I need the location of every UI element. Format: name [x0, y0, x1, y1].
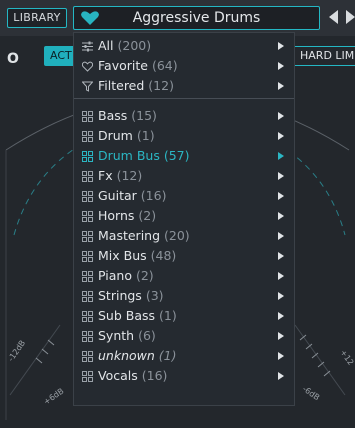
menu-item-label: Mix Bus (48): [98, 248, 177, 263]
sliders-icon: [82, 41, 93, 52]
folder-grid-icon: [82, 111, 93, 122]
submenu-arrow-icon: [278, 292, 284, 300]
folder-grid-icon: [82, 371, 93, 382]
menu-item-piano[interactable]: Piano (2): [74, 266, 294, 286]
folder-grid-icon: [82, 211, 93, 222]
submenu-arrow-icon: [278, 352, 284, 360]
menu-item-label: Drum (1): [98, 128, 155, 143]
menu-item-label: Sub Bass (1): [98, 308, 177, 323]
folder-grid-icon: [82, 291, 93, 302]
submenu-arrow-icon: [278, 372, 284, 380]
menu-item-guitar[interactable]: Guitar (16): [74, 186, 294, 206]
menu-item-label: Strings (3): [98, 288, 164, 303]
menu-item-all[interactable]: All (200): [74, 36, 294, 56]
next-preset-icon[interactable]: [346, 10, 355, 24]
prev-preset-icon[interactable]: [329, 10, 338, 24]
plugin-panel: -12dB +6dB +12 -6dB LIBRARY Aggressive D…: [0, 0, 355, 428]
menu-item-label: Horns (2): [98, 208, 157, 223]
menu-item-mastering[interactable]: Mastering (20): [74, 226, 294, 246]
menu-item-favorite[interactable]: Favorite (64): [74, 56, 294, 76]
menu-item-drum-bus[interactable]: Drum Bus (57): [74, 146, 294, 166]
preset-selector[interactable]: Aggressive Drums: [73, 6, 320, 30]
folder-grid-icon: [82, 351, 93, 362]
submenu-arrow-icon: [278, 42, 284, 50]
heart-outline-icon: [82, 61, 93, 72]
submenu-arrow-icon: [278, 332, 284, 340]
submenu-arrow-icon: [278, 112, 284, 120]
folder-grid-icon: [82, 151, 93, 162]
menu-item-sub-bass[interactable]: Sub Bass (1): [74, 306, 294, 326]
menu-item-label: Bass (15): [98, 108, 157, 123]
hard-limit-button[interactable]: HARD LIM: [293, 46, 355, 66]
submenu-arrow-icon: [278, 272, 284, 280]
submenu-arrow-icon: [278, 252, 284, 260]
preset-name: Aggressive Drums: [132, 10, 261, 26]
menu-item-filtered[interactable]: Filtered (12): [74, 76, 294, 96]
menu-item-drum[interactable]: Drum (1): [74, 126, 294, 146]
menu-item-mix-bus[interactable]: Mix Bus (48): [74, 246, 294, 266]
menu-item-label: Piano (2): [98, 268, 154, 283]
submenu-arrow-icon: [278, 132, 284, 140]
folder-grid-icon: [82, 331, 93, 342]
top-bar: LIBRARY Aggressive Drums: [0, 0, 355, 36]
menu-item-label: Drum Bus (57): [98, 148, 190, 163]
menu-item-horns[interactable]: Horns (2): [74, 206, 294, 226]
folder-grid-icon: [82, 251, 93, 262]
menu-item-label: Guitar (16): [98, 188, 167, 203]
menu-item-vocals[interactable]: Vocals (16): [74, 366, 294, 386]
preset-category-menu: All (200) Favorite (64) Filtered (12) Ba…: [73, 32, 295, 406]
funnel-icon: [82, 81, 93, 92]
menu-item-label: All (200): [98, 38, 152, 53]
folder-grid-icon: [82, 131, 93, 142]
menu-item-label: Filtered (12): [98, 78, 174, 93]
menu-item-label: Vocals (16): [98, 368, 168, 383]
submenu-arrow-icon: [278, 172, 284, 180]
menu-separator: [74, 98, 294, 99]
submenu-arrow-icon: [278, 232, 284, 240]
submenu-arrow-icon: [278, 312, 284, 320]
submenu-arrow-icon: [278, 62, 284, 70]
submenu-arrow-icon: [278, 152, 284, 160]
submenu-arrow-icon: [278, 82, 284, 90]
folder-grid-icon: [82, 311, 93, 322]
library-button[interactable]: LIBRARY: [7, 8, 67, 28]
submenu-arrow-icon: [278, 192, 284, 200]
submenu-arrow-icon: [278, 212, 284, 220]
folder-grid-icon: [82, 271, 93, 282]
folder-grid-icon: [82, 191, 93, 202]
menu-item-strings[interactable]: Strings (3): [74, 286, 294, 306]
menu-item-label: Favorite (64): [98, 58, 178, 73]
folder-grid-icon: [82, 171, 93, 182]
menu-item-fx[interactable]: Fx (12): [74, 166, 294, 186]
menu-item-unknown[interactable]: unknown (1): [74, 346, 294, 366]
menu-item-label: Mastering (20): [98, 228, 190, 243]
menu-item-label: Synth (6): [98, 328, 156, 343]
menu-item-synth[interactable]: Synth (6): [74, 326, 294, 346]
folder-grid-icon: [82, 231, 93, 242]
menu-item-label: Fx (12): [98, 168, 143, 183]
left-control-letter: O: [7, 51, 19, 67]
menu-item-bass[interactable]: Bass (15): [74, 106, 294, 126]
menu-item-label: unknown (1): [98, 348, 177, 363]
